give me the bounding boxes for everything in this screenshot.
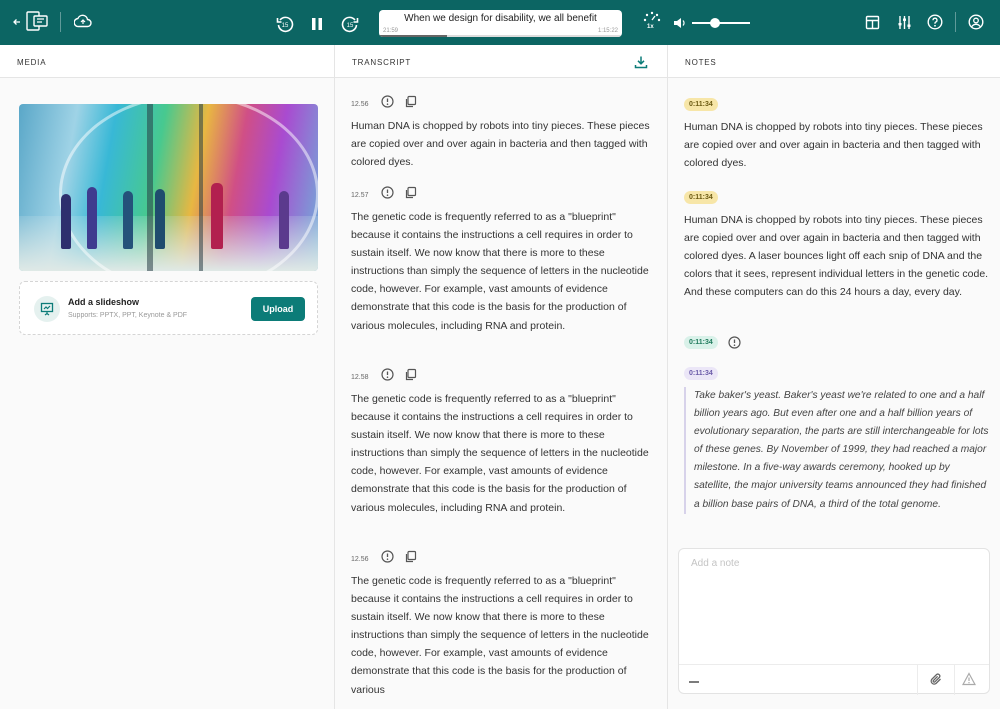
note-quote-text: Take baker's yeast. Baker's yeast we're … bbox=[684, 387, 989, 514]
player-toolbar: 15 15 When we design for disability, we … bbox=[0, 0, 1000, 45]
flag-icon[interactable] bbox=[728, 336, 741, 354]
transcript-text: The genetic code is frequently referred … bbox=[351, 393, 649, 514]
skip-forward-seconds: 15 bbox=[347, 23, 354, 29]
transcript-entry: 12.56 Human DNA is chopped by robots int… bbox=[351, 95, 656, 171]
skip-back-seconds: 15 bbox=[282, 23, 289, 29]
transcript-timestamp[interactable]: 12.56 bbox=[351, 556, 371, 563]
note-timestamp-tag[interactable]: 0:11:34 bbox=[684, 336, 718, 349]
note-timestamp-tag[interactable]: 0:11:34 bbox=[684, 98, 718, 111]
transcript-timestamp[interactable]: 12.57 bbox=[351, 192, 371, 199]
column-divider bbox=[334, 45, 335, 709]
flag-icon[interactable] bbox=[381, 550, 394, 568]
transcript-timestamp[interactable]: 12.56 bbox=[351, 101, 371, 108]
media-column-header: MEDIA bbox=[0, 45, 334, 78]
transcript-entry: 12.56 The genetic code is frequently ref… bbox=[351, 550, 656, 699]
upload-button[interactable]: Upload bbox=[251, 297, 305, 321]
playback-progress[interactable] bbox=[379, 35, 622, 37]
account-icon[interactable] bbox=[966, 12, 986, 32]
flag-icon[interactable] bbox=[381, 95, 394, 113]
pause-button[interactable] bbox=[309, 15, 325, 32]
volume-icon[interactable] bbox=[672, 15, 688, 31]
note-timestamp-tag[interactable]: 0:11:34 bbox=[684, 191, 718, 204]
episode-title: When we design for disability, we all be… bbox=[404, 13, 597, 24]
transcript-header-label: TRANSCRIPT bbox=[352, 58, 412, 67]
slideshow-supported-formats: Supports: PPTX, PPT, Keynote & PDF bbox=[68, 312, 188, 319]
now-playing-box[interactable]: When we design for disability, we all be… bbox=[379, 10, 622, 37]
copy-icon[interactable] bbox=[404, 186, 417, 204]
transcript-text: The genetic code is frequently referred … bbox=[351, 575, 649, 696]
toolbar-divider bbox=[60, 12, 61, 32]
media-thumbnail[interactable] bbox=[19, 104, 318, 271]
copy-icon[interactable] bbox=[404, 95, 417, 113]
download-icon[interactable] bbox=[634, 55, 648, 74]
note-text: Human DNA is chopped by robots into tiny… bbox=[684, 121, 983, 170]
volume-slider-handle[interactable] bbox=[710, 18, 721, 28]
flag-icon[interactable] bbox=[381, 368, 394, 386]
transcript-text: Human DNA is chopped by robots into tiny… bbox=[351, 120, 650, 169]
notes-column-header: NOTES bbox=[668, 45, 1000, 78]
back-icon[interactable] bbox=[10, 14, 24, 30]
transcript-entry: 12.57 The genetic code is frequently ref… bbox=[351, 186, 656, 335]
attachment-icon[interactable] bbox=[929, 672, 943, 692]
time-total: 1:15:22 bbox=[597, 28, 618, 34]
sliders-icon[interactable] bbox=[894, 12, 914, 32]
warning-icon[interactable] bbox=[961, 672, 977, 691]
note-toolbar bbox=[679, 664, 989, 695]
add-note-box bbox=[678, 548, 990, 695]
note-input[interactable] bbox=[691, 558, 979, 658]
skip-back-button[interactable]: 15 bbox=[275, 14, 295, 34]
help-icon[interactable] bbox=[925, 12, 945, 32]
layout-icon[interactable] bbox=[862, 12, 882, 32]
toolbar-divider bbox=[955, 12, 956, 32]
playback-progress-fill bbox=[379, 35, 448, 37]
flag-icon[interactable] bbox=[381, 186, 394, 204]
skip-forward-button[interactable]: 15 bbox=[340, 14, 360, 34]
time-elapsed: 21:59 bbox=[383, 28, 399, 34]
add-slideshow-panel: Add a slideshow Supports: PPTX, PPT, Key… bbox=[19, 281, 318, 335]
cloud-upload-icon[interactable] bbox=[73, 12, 93, 30]
transcript-text: The genetic code is frequently referred … bbox=[351, 211, 649, 332]
note-timestamp-tag[interactable]: 0:11:34 bbox=[684, 367, 718, 380]
copy-icon[interactable] bbox=[404, 368, 417, 386]
column-divider bbox=[667, 45, 668, 709]
speed-label: 1x bbox=[647, 24, 654, 30]
dash-icon[interactable] bbox=[688, 674, 700, 692]
presentation-icon bbox=[34, 296, 60, 322]
transcript-entry: 12.58 The genetic code is frequently ref… bbox=[351, 368, 656, 517]
transcript-column-header: TRANSCRIPT bbox=[335, 45, 667, 78]
volume-slider[interactable] bbox=[692, 22, 750, 24]
slideshow-title: Add a slideshow bbox=[68, 297, 140, 307]
transcript-timestamp[interactable]: 12.58 bbox=[351, 374, 371, 381]
notes-header-label: NOTES bbox=[685, 58, 717, 67]
media-header-label: MEDIA bbox=[17, 58, 47, 67]
copy-icon[interactable] bbox=[404, 550, 417, 568]
app-logo-icon[interactable] bbox=[25, 10, 49, 32]
note-text: Human DNA is chopped by robots into tiny… bbox=[684, 214, 989, 299]
